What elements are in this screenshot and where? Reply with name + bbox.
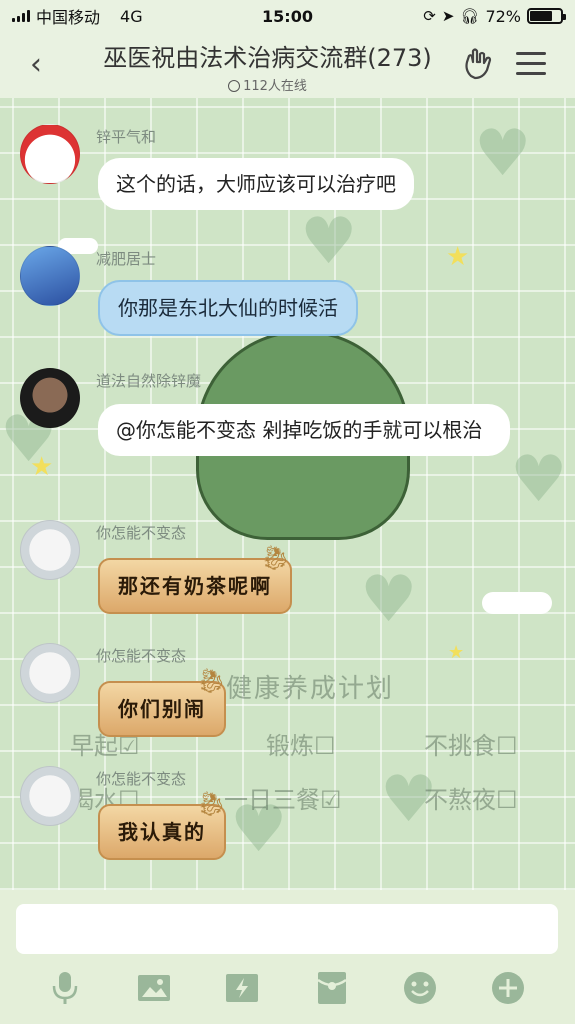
sender-name[interactable]: 减肥居士 <box>96 248 156 269</box>
network-type: 4G <box>120 6 143 26</box>
status-bar: 中国移动 4G 15:00 ⟳ ➤ 🎧︎ 72% <box>0 0 575 32</box>
cloud-decoration <box>482 592 552 614</box>
avatar[interactable] <box>20 368 80 428</box>
dragon-decoration-icon: 🐉︎ <box>260 544 291 572</box>
toolbar <box>0 970 575 1010</box>
signal-icon <box>12 10 30 22</box>
avatar[interactable] <box>20 520 80 580</box>
plan-item: 锻炼☐ <box>266 732 336 760</box>
status-left: 中国移动 4G <box>12 4 143 28</box>
sender-name[interactable]: 道法自然除锌魔 <box>96 370 201 391</box>
message-input[interactable] <box>16 904 558 954</box>
avatar[interactable] <box>20 246 80 306</box>
carrier-name: 中国移动 <box>36 8 101 27</box>
star-decoration: ★ <box>448 642 465 663</box>
avatar[interactable] <box>20 124 80 184</box>
chat-area[interactable]: ♥ ♥ ♥ ♥ ♥ ♥ ♥ ★ ★ ★ 健康养成计划 早起☑ 锻炼☐ 不挑食☐ … <box>0 98 575 890</box>
flash-icon[interactable] <box>224 970 260 1006</box>
plan-item: 一日三餐☑ <box>224 786 342 814</box>
dragon-decoration-icon: 🐉︎ <box>196 667 227 695</box>
redpacket-icon[interactable] <box>314 970 350 1006</box>
plan-title: 健康养成计划 <box>226 674 395 704</box>
image-icon[interactable] <box>136 970 172 1006</box>
star-decoration: ★ <box>446 242 470 272</box>
lock-rotation-icon: ⟳ <box>423 7 436 25</box>
chat-title-block[interactable]: 巫医祝由法术治病交流群(273) 112人在线 <box>70 38 465 94</box>
plan-item: 不挑食☐ <box>424 732 518 760</box>
online-count-text: 112人在线 <box>243 79 307 94</box>
star-decoration: ★ <box>30 452 54 482</box>
message-bubble[interactable]: 你那是东北大仙的时候活 <box>98 280 358 336</box>
location-icon: ➤ <box>441 7 455 25</box>
sender-name[interactable]: 锌平气和 <box>96 126 156 147</box>
headphones-icon: 🎧︎ <box>460 7 480 25</box>
hand-icon[interactable] <box>463 46 495 80</box>
message-bubble[interactable]: @你怎能不变态 剁掉吃饭的手就可以根治 <box>98 404 510 456</box>
status-right: ⟳ ➤ 🎧︎ 72% <box>423 6 566 26</box>
chat-header: ‹ 巫医祝由法术治病交流群(273) 112人在线 <box>0 32 575 98</box>
sender-name[interactable]: 你怎能不变态 <box>96 645 186 666</box>
clock-icon <box>228 80 241 92</box>
group-title: 巫医祝由法术治病交流群(273) <box>103 44 432 72</box>
mic-icon[interactable] <box>47 970 83 1006</box>
heart-decoration: ♥ <box>300 205 358 279</box>
online-count: 112人在线 <box>70 75 465 94</box>
dragon-decoration-icon: 🐉︎ <box>196 790 227 818</box>
battery-icon <box>527 8 566 24</box>
avatar[interactable] <box>20 643 80 703</box>
sender-name[interactable]: 你怎能不变态 <box>96 768 186 789</box>
plan-item: 不熬夜☐ <box>424 786 518 814</box>
plus-icon[interactable] <box>490 970 526 1006</box>
heart-decoration: ♥ <box>474 117 532 191</box>
heart-decoration: ♥ <box>510 443 568 517</box>
battery-percent: 72% <box>485 6 521 26</box>
heart-decoration: ♥ <box>360 563 418 637</box>
emoji-icon[interactable] <box>402 970 438 1006</box>
avatar[interactable] <box>20 766 80 826</box>
input-bar <box>0 890 575 1024</box>
message-bubble[interactable]: 这个的话，大师应该可以治疗吧 <box>98 158 414 210</box>
back-icon[interactable]: ‹ <box>30 50 42 80</box>
sender-name[interactable]: 你怎能不变态 <box>96 522 186 543</box>
menu-icon[interactable] <box>516 52 546 76</box>
